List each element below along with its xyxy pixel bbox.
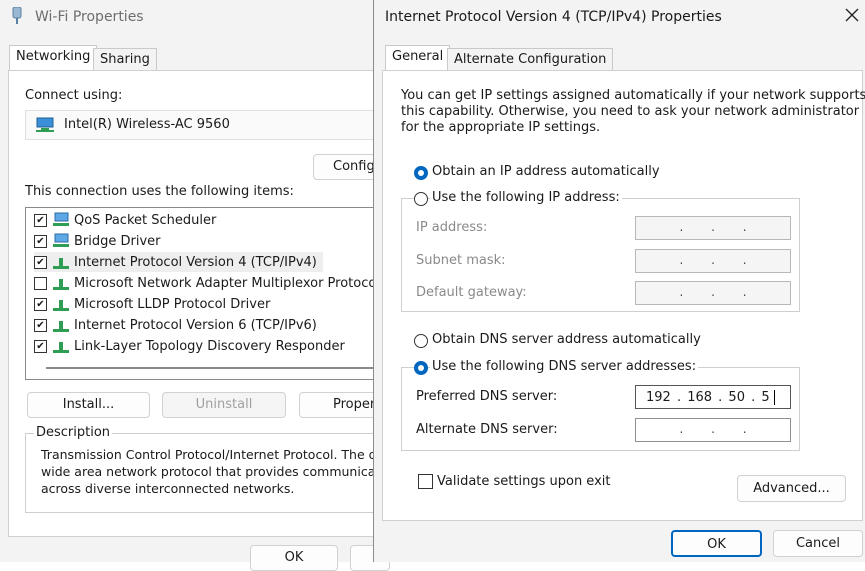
intro-line: for the appropriate IP settings. <box>401 120 601 135</box>
subnet-mask-field: . . . <box>635 249 791 273</box>
adapter-name: Intel(R) Wireless-AC 9560 <box>64 117 230 132</box>
list-item[interactable]: ✔ Internet Protocol Version 6 (TCP/IPv6) <box>34 315 317 335</box>
adapter-field: Intel(R) Wireless-AC 9560 <box>25 110 392 140</box>
validate-checkbox[interactable] <box>418 474 433 489</box>
components-list[interactable]: ✔ QoS Packet Scheduler ✔ Bridge Driver ✔… <box>25 207 391 380</box>
description-line: Transmission Control Protocol/Internet P… <box>41 447 397 462</box>
ip-dots: . . . <box>679 285 747 299</box>
ip-dots: . . . <box>679 220 747 234</box>
description-line: wide area network protocol that provides… <box>41 464 400 479</box>
ip-address-label: IP address: <box>416 220 488 235</box>
close-icon[interactable] <box>844 7 860 23</box>
validate-label[interactable]: Validate settings upon exit <box>437 474 610 489</box>
list-item[interactable]: ✔ Microsoft LLDP Protocol Driver <box>34 294 270 314</box>
network-service-icon <box>53 212 69 226</box>
list-item-label: Microsoft Network Adapter Multiplexor Pr… <box>74 275 380 291</box>
description-label: Description <box>34 425 113 440</box>
window-title: Wi-Fi Properties <box>35 9 144 25</box>
obtain-dns-auto-label[interactable]: Obtain DNS server address automatically <box>432 332 701 347</box>
ok-button[interactable]: OK <box>250 545 338 571</box>
tab-sharing[interactable]: Sharing <box>93 48 157 71</box>
ip-address-field: . . . <box>635 216 791 240</box>
list-item-selected[interactable]: ✔ Internet Protocol Version 4 (TCP/IPv4) <box>34 252 323 272</box>
list-item[interactable]: Microsoft Network Adapter Multiplexor Pr… <box>34 273 380 293</box>
obtain-dns-auto-radio[interactable] <box>414 334 428 348</box>
network-adapter-icon <box>36 117 54 132</box>
checkbox[interactable]: ✔ <box>34 318 47 332</box>
checkbox[interactable]: ✔ <box>34 213 47 227</box>
checkbox[interactable]: ✔ <box>34 234 47 248</box>
list-item[interactable]: ✔ Bridge Driver <box>34 231 161 251</box>
list-item-label: QoS Packet Scheduler <box>74 212 217 228</box>
checkbox[interactable] <box>34 276 47 290</box>
list-item[interactable]: ✔ QoS Packet Scheduler <box>34 210 216 230</box>
description-line: across diverse interconnected networks. <box>41 481 295 496</box>
checkbox[interactable]: ✔ <box>34 339 47 353</box>
network-service-icon <box>53 233 69 247</box>
protocol-icon <box>53 321 69 332</box>
install-button[interactable]: Install... <box>27 392 150 418</box>
alternate-dns-field[interactable]: . . . <box>635 418 791 442</box>
connect-using-label: Connect using: <box>25 88 123 103</box>
list-item-label: Microsoft LLDP Protocol Driver <box>74 296 271 312</box>
preferred-dns-value: 192 . 168 . 50 . 5 <box>646 390 770 405</box>
ip-dots: . . . <box>679 422 747 436</box>
list-item-label: Internet Protocol Version 6 (TCP/IPv6) <box>74 317 317 333</box>
ok-button[interactable]: OK <box>671 530 762 557</box>
tab-alternate-configuration[interactable]: Alternate Configuration <box>447 48 614 71</box>
list-item-label: Internet Protocol Version 4 (TCP/IPv4) <box>74 254 317 270</box>
protocol-icon <box>53 342 69 353</box>
list-item-label: Bridge Driver <box>74 233 161 249</box>
items-label: This connection uses the following items… <box>25 184 294 199</box>
intro-line: You can get IP settings assigned automat… <box>401 88 865 103</box>
tab-networking[interactable]: Networking <box>9 45 98 71</box>
protocol-icon <box>53 300 69 311</box>
subnet-mask-label: Subnet mask: <box>416 253 506 268</box>
horizontal-scrollbar[interactable] <box>46 367 391 369</box>
intro-line: this capability. Otherwise, you need to … <box>401 104 860 119</box>
wifi-properties-window: Wi-Fi Properties Networking Sharing Conn… <box>0 0 399 571</box>
protocol-icon <box>53 279 69 290</box>
preferred-dns-field[interactable]: 192 . 168 . 50 . 5 <box>635 385 791 409</box>
protocol-icon <box>53 258 69 269</box>
checkbox[interactable]: ✔ <box>34 297 47 311</box>
ip-dots: . . . <box>679 253 747 267</box>
ipv4-properties-dialog: Internet Protocol Version 4 (TCP/IPv4) P… <box>373 0 865 562</box>
list-item-label: Link-Layer Topology Discovery Responder <box>74 338 345 354</box>
use-following-dns-label[interactable]: Use the following DNS server addresses: <box>430 359 699 374</box>
advanced-button[interactable]: Advanced... <box>737 475 846 502</box>
default-gateway-field: . . . <box>635 281 791 305</box>
text-cursor <box>774 390 775 405</box>
preferred-dns-label: Preferred DNS server: <box>416 389 558 404</box>
alternate-dns-label: Alternate DNS server: <box>416 422 558 437</box>
dialog-title: Internet Protocol Version 4 (TCP/IPv4) P… <box>385 9 722 25</box>
obtain-ip-auto-radio[interactable] <box>414 166 428 180</box>
tab-general[interactable]: General <box>385 45 451 71</box>
use-following-ip-label[interactable]: Use the following IP address: <box>430 190 622 205</box>
list-item[interactable]: ✔ Link-Layer Topology Discovery Responde… <box>34 336 345 356</box>
cancel-button[interactable]: Cancel <box>773 530 863 557</box>
default-gateway-label: Default gateway: <box>416 285 527 300</box>
use-following-dns-radio[interactable] <box>414 361 428 375</box>
obtain-ip-auto-label[interactable]: Obtain an IP address automatically <box>432 164 660 179</box>
uninstall-button: Uninstall <box>162 392 286 418</box>
wifi-adapter-icon <box>12 7 22 24</box>
use-following-ip-radio[interactable] <box>414 192 428 206</box>
checkbox[interactable]: ✔ <box>34 255 47 269</box>
